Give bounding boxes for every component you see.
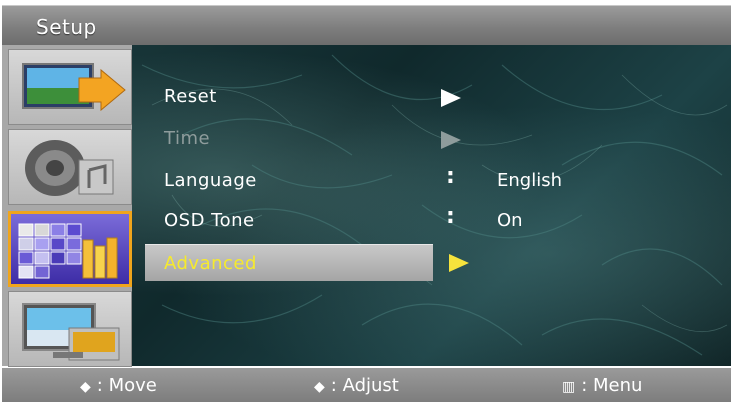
setup-osd-window: Setup Advanced Reset Time Language: Eng… <box>0 0 731 402</box>
hint-move: ◆ : Move <box>80 375 157 396</box>
picture-settings-icon <box>22 63 126 112</box>
sidebar-item-input[interactable] <box>8 291 132 367</box>
title-bar: Setup <box>2 5 731 46</box>
setup-grid-icon <box>18 223 118 279</box>
osd-tone-separator: : <box>446 204 455 229</box>
language-value[interactable]: English <box>497 170 562 191</box>
hint-adjust-label: : Adjust <box>330 375 399 396</box>
hint-menu-label: : Menu <box>581 375 643 396</box>
hint-menu: ▥ : Menu <box>562 375 642 396</box>
sidebar-item-setup[interactable] <box>8 211 132 287</box>
window-title: Setup <box>36 15 97 39</box>
menu-item-time[interactable]: Time <box>164 128 210 149</box>
sidebar-item-picture[interactable] <box>8 49 132 125</box>
osd-tone-value[interactable]: On <box>497 210 523 231</box>
menu-item-language[interactable]: Language <box>164 170 257 191</box>
hint-move-label: : Move <box>96 375 157 396</box>
advanced-arrow-icon[interactable] <box>449 254 469 272</box>
language-separator: : <box>446 164 455 189</box>
menu-item-reset[interactable]: Reset <box>164 86 217 107</box>
menu-item-advanced-highlight[interactable]: Advanced <box>145 244 433 281</box>
left-right-icon: ◆ <box>314 379 325 395</box>
menu-item-osd-tone[interactable]: OSD Tone <box>164 210 255 231</box>
status-bar: ◆ : Move ◆ : Adjust ▥ : Menu <box>2 368 731 402</box>
up-down-icon: ◆ <box>80 379 91 395</box>
time-arrow-icon[interactable] <box>441 131 461 149</box>
input-source-icon <box>22 303 120 361</box>
sidebar-item-sound[interactable] <box>8 129 132 205</box>
reset-arrow-icon[interactable] <box>441 89 461 107</box>
menu-item-advanced-label: Advanced <box>164 253 257 274</box>
hint-adjust: ◆ : Adjust <box>314 375 399 396</box>
category-sidebar <box>2 45 132 367</box>
sound-speaker-icon <box>25 140 114 196</box>
menu-icon: ▥ <box>562 379 576 395</box>
